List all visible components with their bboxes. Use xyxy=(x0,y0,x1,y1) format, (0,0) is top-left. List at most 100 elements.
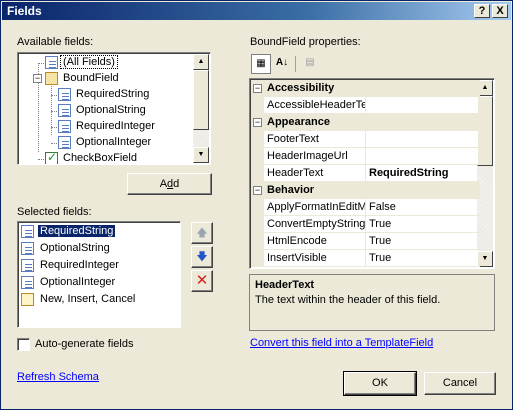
property-row[interactable]: AccessibleHeaderTe xyxy=(251,97,480,114)
property-row[interactable]: InsertVisible True xyxy=(251,250,480,267)
tree-line xyxy=(38,159,44,160)
tree-item-label: CheckBoxField xyxy=(63,152,137,164)
property-category[interactable]: − Appearance xyxy=(251,114,480,131)
grid-line xyxy=(365,250,366,267)
delete-field-button[interactable]: ✕ xyxy=(191,270,213,292)
grid-line xyxy=(264,266,480,267)
add-button[interactable]: Add xyxy=(127,173,212,195)
scroll-up-icon[interactable]: ▲ xyxy=(193,54,209,70)
help-button[interactable]: ? xyxy=(474,4,490,18)
list-item[interactable]: RequiredInteger xyxy=(20,257,178,274)
property-row[interactable]: ApplyFormatInEditM False xyxy=(251,199,480,216)
property-category[interactable]: − Behavior xyxy=(251,182,480,199)
list-item[interactable]: OptionalInteger xyxy=(20,274,178,291)
property-category[interactable]: − Accessibility xyxy=(251,80,480,97)
property-row[interactable]: ConvertEmptyString True xyxy=(251,216,480,233)
tree-item[interactable]: (All Fields) xyxy=(18,55,188,71)
available-scrollbar[interactable]: ▲ ▼ xyxy=(193,54,209,163)
property-name: InsertVisible xyxy=(267,252,327,264)
tree-item-label: OptionalString xyxy=(76,104,146,116)
property-value[interactable]: True xyxy=(369,252,479,264)
scroll-thumb[interactable] xyxy=(193,70,209,130)
ok-button-label: OK xyxy=(372,377,388,389)
window-title: Fields xyxy=(7,4,42,18)
field-icon xyxy=(58,136,71,149)
list-item[interactable]: New, Insert, Cancel xyxy=(20,291,178,308)
list-item-label: OptionalString xyxy=(40,242,110,254)
tree-item[interactable]: − BoundField xyxy=(18,71,188,87)
property-value[interactable]: True xyxy=(369,218,479,230)
tree-line xyxy=(38,63,44,64)
list-item-label: New, Insert, Cancel xyxy=(40,293,136,305)
category-label: Behavior xyxy=(267,184,315,196)
move-up-button[interactable]: 🡅 xyxy=(191,222,213,244)
field-icon xyxy=(21,276,34,289)
tree-item[interactable]: ✓ CheckBoxField xyxy=(18,150,188,164)
commandfield-icon xyxy=(21,293,34,306)
tree-item-label: BoundField xyxy=(63,72,119,84)
alphabetical-icon[interactable]: A↓ xyxy=(272,54,292,74)
property-name: ApplyFormatInEditM xyxy=(267,201,365,213)
grid-line xyxy=(365,199,366,216)
close-button[interactable]: X xyxy=(492,4,508,18)
boundfield-icon xyxy=(45,72,58,85)
property-value[interactable]: RequiredString xyxy=(369,167,479,179)
tree-line xyxy=(51,143,57,144)
available-fields-tree[interactable]: ▲ ▼ (All Fields) − BoundField RequiredStrin… xyxy=(17,52,211,165)
cancel-button[interactable]: Cancel xyxy=(424,372,496,395)
property-row[interactable]: FooterText xyxy=(251,131,480,148)
list-item[interactable]: OptionalString xyxy=(20,240,178,257)
grid-line xyxy=(365,233,366,250)
field-icon xyxy=(58,88,71,101)
tree-item-label: OptionalInteger xyxy=(76,136,152,148)
field-icon xyxy=(45,56,58,69)
tree-item[interactable]: RequiredString xyxy=(31,87,188,103)
available-fields-label: Available fields: xyxy=(17,36,94,48)
tree-item-label: RequiredString xyxy=(76,88,150,100)
selected-fields-list[interactable]: RequiredString OptionalString RequiredInte… xyxy=(17,221,181,328)
property-row[interactable]: HtmlEncode True xyxy=(251,233,480,250)
refresh-schema-link[interactable]: Refresh Schema xyxy=(17,371,99,383)
property-value[interactable]: False xyxy=(369,201,479,213)
field-icon xyxy=(58,120,71,133)
tree-item[interactable]: OptionalInteger xyxy=(31,135,188,151)
property-row[interactable]: HeaderText RequiredString xyxy=(251,165,480,182)
move-down-button[interactable]: 🡇 xyxy=(191,246,213,268)
selected-fields-label: Selected fields: xyxy=(17,206,92,218)
property-pages-icon[interactable]: ▤ xyxy=(300,54,320,74)
properties-label: BoundField properties: xyxy=(250,36,361,48)
autogenerate-checkbox[interactable] xyxy=(17,338,30,351)
tree-line xyxy=(51,111,57,112)
field-icon xyxy=(21,259,34,272)
category-label: Accessibility xyxy=(267,82,335,94)
collapse-icon[interactable]: − xyxy=(253,118,262,127)
arrow-down-icon: 🡇 xyxy=(196,251,208,263)
collapse-icon[interactable]: − xyxy=(253,186,262,195)
property-grid[interactable]: ▲ ▼ − Accessibility AccessibleHeaderTe − App… xyxy=(249,78,495,269)
grid-line xyxy=(365,216,366,233)
property-row[interactable]: HeaderImageUrl xyxy=(251,148,480,165)
fields-dialog: Fields ? X Available fields: ▲ ▼ (All Fi… xyxy=(0,0,513,410)
categorized-icon[interactable]: ▦ xyxy=(251,54,271,74)
row-margin xyxy=(251,165,264,182)
add-button-label: Add xyxy=(159,178,180,190)
property-description-pane: HeaderText The text within the header of… xyxy=(249,274,495,331)
ok-button[interactable]: OK xyxy=(343,371,417,396)
delete-x-icon: ✕ xyxy=(195,272,209,289)
tree-item[interactable]: OptionalString xyxy=(31,103,188,119)
list-item[interactable]: RequiredString xyxy=(20,223,178,240)
tree-item-label: (All Fields) xyxy=(60,55,118,69)
property-value[interactable]: True xyxy=(369,235,479,247)
tree-line xyxy=(51,95,57,96)
collapse-icon[interactable]: − xyxy=(253,84,262,93)
grid-line xyxy=(365,165,366,182)
collapse-icon[interactable]: − xyxy=(33,74,42,83)
title-bar[interactable]: Fields ? X xyxy=(2,2,511,20)
row-margin xyxy=(251,216,264,233)
property-name: FooterText xyxy=(267,133,319,145)
convert-templatefield-link[interactable]: Convert this field into a TemplateField xyxy=(250,337,433,349)
scroll-down-icon[interactable]: ▼ xyxy=(193,147,209,163)
tree-item[interactable]: RequiredInteger xyxy=(31,119,188,135)
property-name: AccessibleHeaderTe xyxy=(267,99,365,111)
field-icon xyxy=(21,225,34,238)
